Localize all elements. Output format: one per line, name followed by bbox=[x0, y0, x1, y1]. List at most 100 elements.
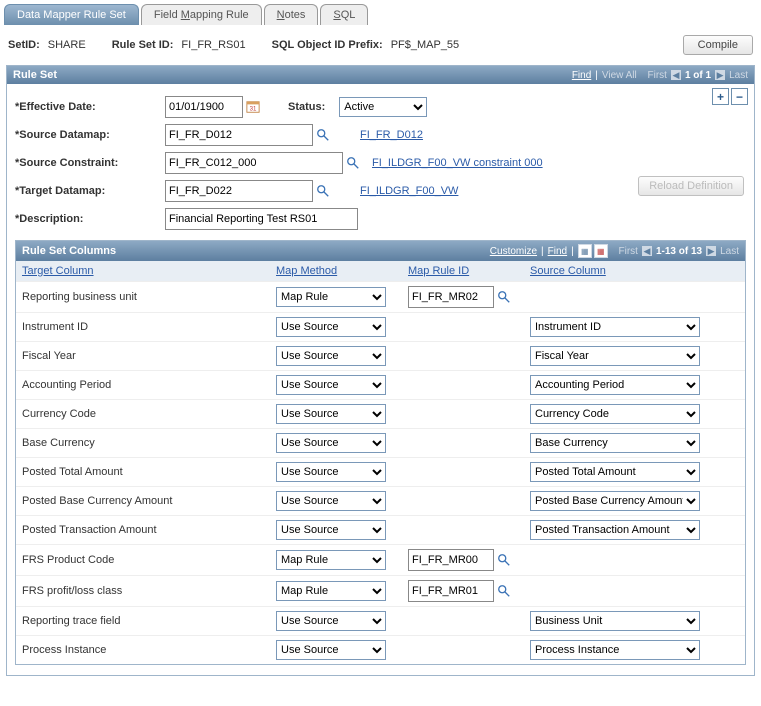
map-method-select[interactable]: Use Source bbox=[276, 520, 386, 540]
table-row: FRS profit/loss classMap Rule bbox=[16, 575, 745, 606]
map-rule-cell bbox=[402, 578, 524, 604]
source-constraint-link[interactable]: FI_ILDGR_F00_VW constraint 000 bbox=[372, 157, 543, 169]
col-rule[interactable]: Map Rule ID bbox=[402, 261, 524, 281]
col-source[interactable]: Source Column bbox=[524, 261, 716, 281]
rule-set-columns-title: Rule Set Columns bbox=[22, 245, 116, 257]
map-method-select[interactable]: Use Source bbox=[276, 611, 386, 631]
grid-find-link[interactable]: Find bbox=[548, 246, 567, 257]
tab-bar: Data Mapper Rule Set Field Mapping Rule … bbox=[4, 4, 757, 25]
add-row-button[interactable]: + bbox=[712, 88, 729, 105]
compile-button[interactable]: Compile bbox=[683, 35, 753, 55]
status-select[interactable]: Active bbox=[339, 97, 427, 117]
source-column-cell: Base Currency bbox=[524, 431, 716, 455]
map-rule-input[interactable] bbox=[408, 286, 494, 308]
map-method-cell: Use Source bbox=[270, 638, 402, 662]
map-rule-cell bbox=[402, 441, 524, 445]
target-datamap-input[interactable] bbox=[165, 180, 313, 202]
tab-field-mapping-rule[interactable]: Field Mapping Rule bbox=[141, 4, 262, 25]
lookup-icon[interactable] bbox=[497, 584, 511, 598]
lookup-icon[interactable] bbox=[346, 156, 360, 170]
map-method-select[interactable]: Use Source bbox=[276, 375, 386, 395]
source-column-select[interactable]: Fiscal Year bbox=[530, 346, 700, 366]
grid-prev-icon[interactable]: ◀ bbox=[642, 246, 652, 256]
setid-value: SHARE bbox=[48, 39, 86, 51]
map-method-select[interactable]: Use Source bbox=[276, 317, 386, 337]
source-constraint-label: Source Constraint: bbox=[15, 157, 165, 169]
calendar-icon[interactable]: 31 bbox=[246, 100, 260, 114]
table-row: Posted Transaction AmountUse SourcePoste… bbox=[16, 515, 745, 544]
map-rule-cell bbox=[402, 528, 524, 532]
map-method-select[interactable]: Use Source bbox=[276, 404, 386, 424]
map-method-select[interactable]: Map Rule bbox=[276, 287, 386, 307]
map-rule-cell bbox=[402, 470, 524, 474]
source-datamap-input[interactable] bbox=[165, 124, 313, 146]
map-rule-cell bbox=[402, 547, 524, 573]
source-constraint-input[interactable] bbox=[165, 152, 343, 174]
ruleset-value: FI_FR_RS01 bbox=[181, 39, 245, 51]
map-rule-cell bbox=[402, 383, 524, 387]
rule-set-columns-section: Rule Set Columns Customize | Find | ▦ ▦ … bbox=[15, 240, 746, 665]
table-row: Instrument IDUse SourceInstrument ID bbox=[16, 312, 745, 341]
source-column-select[interactable]: Posted Base Currency Amount bbox=[530, 491, 700, 511]
find-link[interactable]: Find bbox=[572, 70, 591, 81]
source-column-cell bbox=[524, 558, 716, 562]
lookup-icon[interactable] bbox=[497, 290, 511, 304]
source-column-select[interactable]: Posted Transaction Amount bbox=[530, 520, 700, 540]
table-row: Posted Base Currency Amount Use Source Pos… bbox=[16, 486, 745, 515]
source-column-cell: Posted Transaction Amount bbox=[524, 518, 716, 542]
tab-data-mapper-rule-set[interactable]: Data Mapper Rule Set bbox=[4, 4, 139, 25]
grid-column-headers: Target Column Map Method Map Rule ID Sou… bbox=[16, 261, 745, 281]
source-column-select[interactable]: Instrument ID bbox=[530, 317, 700, 337]
map-method-select[interactable]: Use Source bbox=[276, 433, 386, 453]
view-all-link: View All bbox=[602, 70, 637, 81]
customize-link[interactable]: Customize bbox=[490, 246, 537, 257]
tab-sql[interactable]: SQL bbox=[320, 4, 368, 25]
target-column-cell: Posted Total Amount bbox=[16, 464, 270, 480]
map-rule-cell bbox=[402, 284, 524, 310]
grid-first-label: First bbox=[619, 246, 638, 257]
map-method-cell: Use Source bbox=[270, 460, 402, 484]
grid-position: 1-13 of 13 bbox=[656, 246, 702, 257]
tab-notes[interactable]: Notes bbox=[264, 4, 319, 25]
map-rule-cell bbox=[402, 325, 524, 329]
source-datamap-label: Source Datamap: bbox=[15, 129, 165, 141]
delete-row-button[interactable]: − bbox=[731, 88, 748, 105]
target-column-cell: Base Currency bbox=[16, 435, 270, 451]
download-icon[interactable]: ▦ bbox=[594, 244, 608, 258]
target-column-cell: Posted Base Currency Amount bbox=[16, 493, 270, 509]
effective-date-input[interactable] bbox=[165, 96, 243, 118]
source-column-select[interactable]: Base Currency bbox=[530, 433, 700, 453]
map-method-select[interactable]: Map Rule bbox=[276, 550, 386, 570]
grid-last-label: Last bbox=[720, 246, 739, 257]
target-datamap-link[interactable]: FI_ILDGR_F00_VW bbox=[360, 185, 458, 197]
col-method[interactable]: Map Method bbox=[270, 261, 402, 281]
description-input[interactable] bbox=[165, 208, 358, 230]
prev-icon[interactable]: ◀ bbox=[671, 70, 681, 80]
source-datamap-link[interactable]: FI_FR_D012 bbox=[360, 129, 423, 141]
rule-set-nav: Find | View All First ◀ 1 of 1 ▶ Last bbox=[572, 70, 748, 81]
source-column-select[interactable]: Posted Total Amount bbox=[530, 462, 700, 482]
map-rule-input[interactable] bbox=[408, 549, 494, 571]
lookup-icon[interactable] bbox=[316, 184, 330, 198]
col-target[interactable]: Target Column bbox=[16, 261, 270, 281]
map-method-select[interactable]: Use Source bbox=[276, 462, 386, 482]
reload-definition-button[interactable]: Reload Definition bbox=[638, 176, 744, 196]
next-icon[interactable]: ▶ bbox=[715, 70, 725, 80]
target-column-cell: FRS Product Code bbox=[16, 552, 270, 568]
lookup-icon[interactable] bbox=[497, 553, 511, 567]
map-method-select[interactable]: Use Source bbox=[276, 491, 386, 511]
source-column-select[interactable]: Process Instance bbox=[530, 640, 700, 660]
view-all-icon[interactable]: ▦ bbox=[578, 244, 592, 258]
source-column-select[interactable]: Accounting Period bbox=[530, 375, 700, 395]
map-rule-input[interactable] bbox=[408, 580, 494, 602]
map-method-select[interactable]: Use Source bbox=[276, 346, 386, 366]
grid-next-icon[interactable]: ▶ bbox=[706, 246, 716, 256]
lookup-icon[interactable] bbox=[316, 128, 330, 142]
map-method-select[interactable]: Map Rule bbox=[276, 581, 386, 601]
source-column-cell bbox=[524, 589, 716, 593]
source-column-select[interactable]: Currency Code bbox=[530, 404, 700, 424]
map-method-select[interactable]: Use Source bbox=[276, 640, 386, 660]
source-column-cell: Accounting Period bbox=[524, 373, 716, 397]
table-row: Fiscal YearUse SourceFiscal Year bbox=[16, 341, 745, 370]
source-column-select[interactable]: Business Unit bbox=[530, 611, 700, 631]
